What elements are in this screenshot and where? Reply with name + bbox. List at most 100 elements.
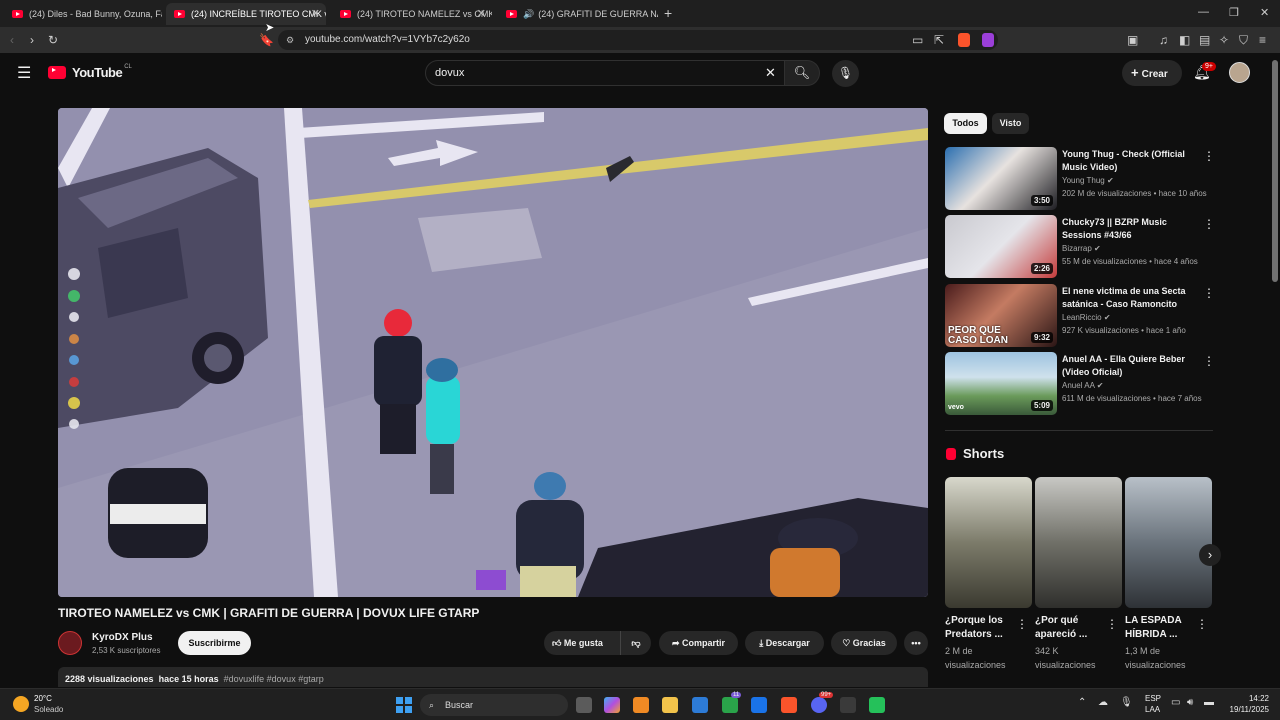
split-view-icon[interactable]: ◧ [1179, 27, 1190, 53]
hashtags[interactable]: #dovuxlife #dovux #gtarp [224, 674, 324, 684]
short-thumbnail[interactable] [1125, 477, 1212, 608]
task-view-icon[interactable] [576, 697, 592, 713]
page-scrollbar[interactable] [1272, 60, 1278, 282]
video-thumbnail[interactable]: 2:26 [945, 215, 1057, 278]
sidebar-panel-icon[interactable]: ▣ [1127, 27, 1138, 53]
more-vertical-icon[interactable]: ⋮ [1196, 617, 1208, 631]
forward-icon[interactable]: › [30, 27, 34, 53]
rec-channel[interactable]: Anuel AA ✔ [1062, 381, 1103, 390]
youtube-logo[interactable]: YouTube CL [48, 64, 132, 80]
tray-overflow-icon[interactable]: ⌃ [1078, 697, 1086, 708]
leo-ai-icon[interactable]: ✧ [1219, 27, 1229, 53]
store-icon[interactable] [692, 697, 708, 713]
close-tab-icon[interactable]: ✕ [311, 7, 320, 20]
avatar[interactable] [1229, 62, 1250, 83]
language-indicator[interactable]: ESP [1145, 694, 1161, 703]
menu-icon[interactable]: ≡ [1259, 27, 1266, 53]
brave-browser-icon[interactable] [781, 697, 797, 713]
app-icon[interactable] [840, 697, 856, 713]
browser-tab-2[interactable]: (24) INCREÍBLE TIROTEO CMK vs... ✕ [166, 3, 326, 25]
guide-menu-icon[interactable]: ☰ [17, 63, 31, 83]
file-explorer-icon[interactable] [662, 697, 678, 713]
close-tab-icon[interactable]: ✕ [477, 7, 486, 20]
shorts-next-button[interactable]: › [1199, 544, 1221, 566]
dislike-button[interactable]: 👎︎ [620, 631, 651, 655]
back-icon[interactable]: ‹ [10, 27, 14, 53]
microphone-icon[interactable]: 🎙︎ [1120, 697, 1133, 708]
weather-sun-icon[interactable] [13, 696, 29, 712]
weather-temp[interactable]: 20°C [34, 694, 52, 703]
url-field[interactable]: ⚙ youtube.com/watch?v=1VYb7c2y62o [278, 30, 998, 50]
browser-tab-4[interactable]: 🔊 (24) GRAFITI DE GUERRA NAMEL... [498, 3, 658, 25]
thanks-button[interactable]: ♡ Gracias [831, 631, 897, 655]
cast-icon[interactable]: ▭ [912, 27, 923, 53]
more-vertical-icon[interactable]: ⋮ [1016, 617, 1028, 631]
rec-title[interactable]: El nene victima de una Secta satánica - … [1062, 285, 1197, 311]
clear-search-icon[interactable]: ✕ [765, 61, 776, 85]
more-vertical-icon[interactable]: ⋮ [1106, 617, 1118, 631]
rec-title[interactable]: Chucky73 || BZRP Music Sessions #43/66 [1062, 216, 1197, 242]
subscribe-button[interactable]: Suscribirme [178, 631, 251, 655]
short-title[interactable]: ¿Por qué apareció ... [1035, 614, 1105, 642]
network-icon[interactable]: ▭ [1171, 697, 1180, 708]
rec-channel[interactable]: Young Thug ✔ [1062, 176, 1114, 185]
more-vertical-icon[interactable]: ⋮ [1203, 149, 1215, 163]
more-vertical-icon[interactable]: ⋮ [1203, 286, 1215, 300]
copilot-icon[interactable] [604, 697, 620, 713]
share-icon[interactable]: ⇱ [934, 27, 944, 53]
tray-app-icon[interactable]: ☁ [1098, 697, 1108, 708]
windows-start-icon[interactable] [396, 697, 412, 713]
discord-icon[interactable] [811, 697, 827, 713]
recommended-video[interactable]: PEOR QUE CASO LOAN 9:32 El nene victima … [945, 284, 1215, 348]
clock-time[interactable]: 14:22 [1227, 694, 1269, 703]
mail-icon[interactable] [751, 697, 767, 713]
recommended-video[interactable]: vevo 5:09 Anuel AA - Ella Quiere Beber (… [945, 352, 1215, 416]
vpn-icon[interactable]: ⛉ [1239, 27, 1248, 53]
xbox-icon[interactable] [722, 697, 738, 713]
video-thumbnail[interactable]: PEOR QUE CASO LOAN 9:32 [945, 284, 1057, 347]
music-icon[interactable]: ♫ [1159, 27, 1168, 53]
description-box[interactable]: 2288 visualizaciones hace 15 horas #dovu… [58, 667, 928, 687]
reload-icon[interactable]: ↻ [48, 27, 58, 53]
voice-search-button[interactable]: 🎙︎ [832, 60, 859, 87]
chip-all[interactable]: Todos [944, 113, 987, 134]
minimize-button[interactable]: — [1198, 6, 1209, 18]
chip-watched[interactable]: Visto [992, 113, 1029, 134]
volume-icon[interactable]: 🔊︎ [1187, 697, 1193, 708]
short-title[interactable]: LA ESPADA HÍBRIDA ... [1125, 614, 1195, 642]
taskbar-search[interactable]: ⌕ Buscar [420, 694, 568, 716]
brave-rewards-icon[interactable] [982, 33, 994, 47]
short-thumbnail[interactable] [945, 477, 1032, 608]
channel-avatar[interactable] [58, 631, 82, 655]
rec-title[interactable]: Anuel AA - Ella Quiere Beber (Video Ofic… [1062, 353, 1197, 379]
brave-shields-icon[interactable] [958, 33, 970, 47]
like-button[interactable]: 👍︎ Me gusta [544, 631, 620, 655]
app-icon[interactable] [633, 697, 649, 713]
browser-tab-1[interactable]: (24) Diles - Bad Bunny, Ozuna, Farru... [4, 3, 162, 25]
video-thumbnail[interactable]: vevo 5:09 [945, 352, 1057, 415]
restore-button[interactable]: ❐ [1229, 6, 1239, 19]
video-player[interactable] [58, 108, 928, 597]
battery-icon[interactable]: ▬ [1204, 697, 1214, 708]
whatsapp-icon[interactable] [869, 697, 885, 713]
search-input[interactable]: dovux ✕ [425, 60, 785, 86]
share-button[interactable]: ➦ Compartir [659, 631, 738, 655]
recommended-video[interactable]: 2:26 Chucky73 || BZRP Music Sessions #43… [945, 215, 1215, 279]
new-tab-button[interactable]: + [664, 5, 672, 21]
short-title[interactable]: ¿Porque los Predators ... [945, 614, 1015, 642]
search-button[interactable]: 🔍︎ [785, 60, 820, 86]
rec-channel[interactable]: Bizarrap ✔ [1062, 244, 1101, 253]
recommended-video[interactable]: 3:50 Young Thug - Check (Official Music … [945, 147, 1215, 211]
download-button[interactable]: ⤓ Descargar [745, 631, 824, 655]
channel-name[interactable]: KyroDX Plus [92, 632, 153, 643]
more-vertical-icon[interactable]: ⋮ [1203, 354, 1215, 368]
browser-tab-3[interactable]: (24) TIROTEO NAMELEZ vs CMK ✕ [332, 3, 492, 25]
create-button[interactable]: + Crear [1122, 60, 1182, 86]
close-window-button[interactable]: ✕ [1260, 6, 1269, 19]
short-thumbnail[interactable] [1035, 477, 1122, 608]
site-info-icon[interactable]: ⚙ [286, 30, 294, 50]
more-vertical-icon[interactable]: ⋮ [1203, 217, 1215, 231]
wallet-icon[interactable]: ▤ [1199, 27, 1210, 53]
more-actions-button[interactable]: ••• [904, 631, 928, 655]
rec-channel[interactable]: LeanRiccio ✔ [1062, 313, 1111, 322]
